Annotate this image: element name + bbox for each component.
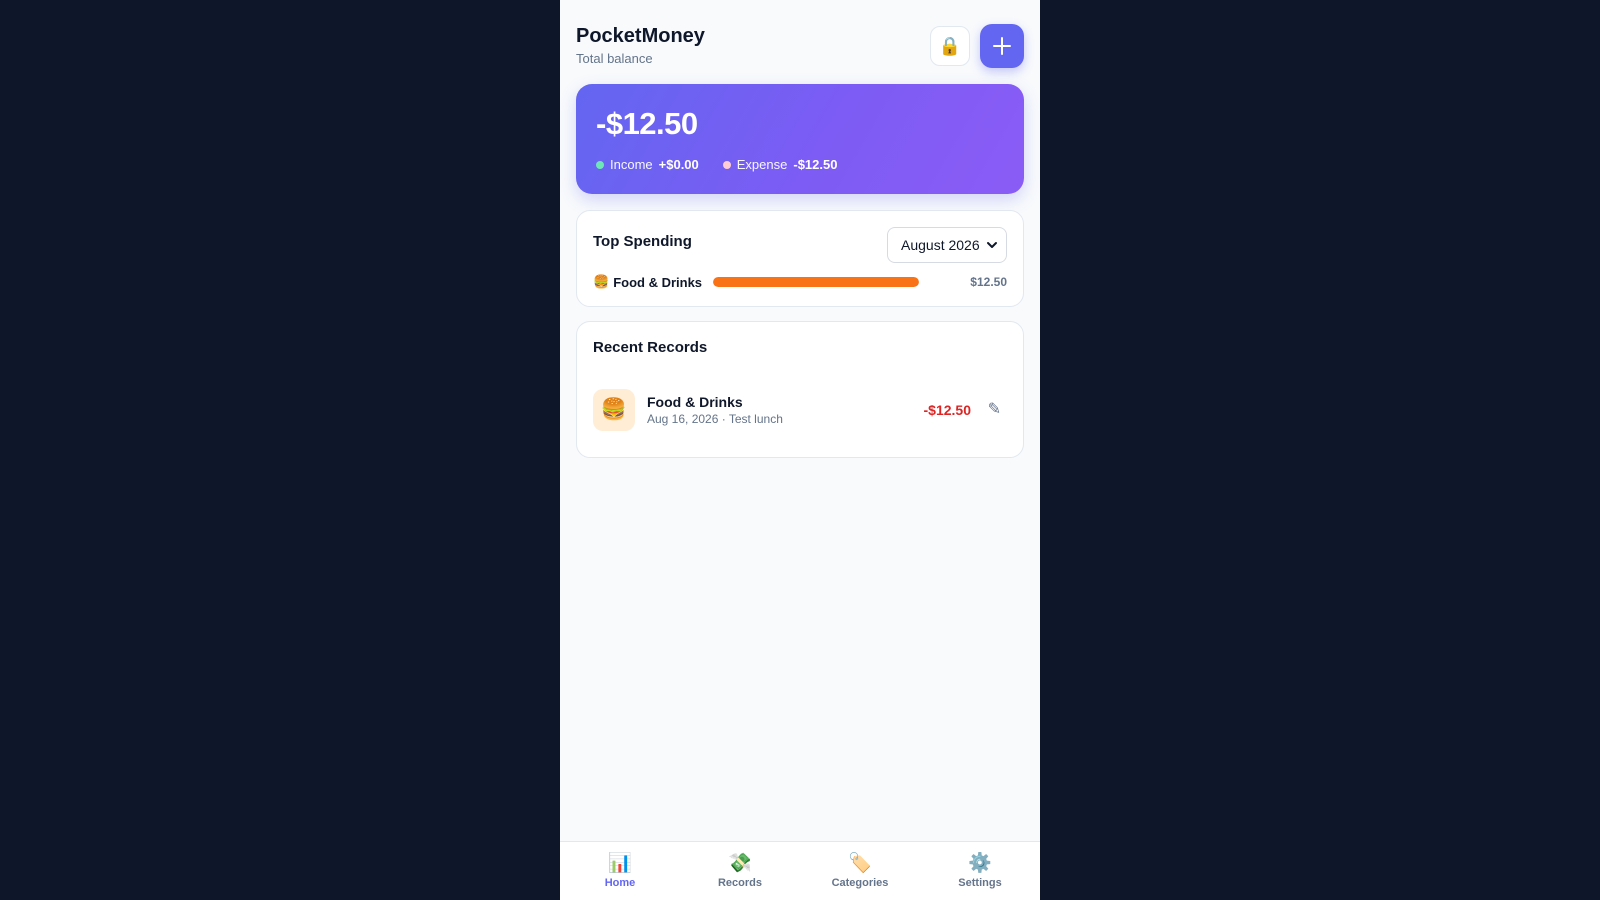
chart-icon: 📊 [608,853,632,874]
header: PocketMoney Total balance 🔒 [576,24,1024,70]
lock-icon: 🔒 [938,35,962,56]
expense-stat: Expense -$12.50 [722,157,838,172]
spending-value: $12.50 [970,275,1007,289]
record-meta: Aug 16, 2026 · Test lunch [647,412,783,426]
app-subtitle: Total balance [576,51,653,66]
expense-label: Expense [736,157,788,172]
balance-stats: Income +$0.00 Expense -$12.50 [596,157,861,172]
balance-amount: -$12.50 [596,106,698,141]
add-record-button[interactable] [980,24,1024,68]
gear-icon: ⚙️ [968,853,992,874]
record-row[interactable]: 🍔 Food & Drinks Aug 16, 2026 · Test lunc… [593,389,1007,431]
nav-label-records: Records [717,877,763,889]
money-icon: 💸 [728,853,752,874]
app-title: PocketMoney [576,25,705,47]
month-select-value: August 2026 [901,237,980,253]
nav-item-categories[interactable]: 🏷️ Categories [800,842,920,900]
expense-dot [722,160,731,169]
record-category: Food & Drinks [647,394,743,410]
bottom-nav: 📊 Home 💸 Records 🏷️ Categories ⚙️ Settin… [560,841,1040,900]
nav-label-home: Home [604,877,636,889]
burger-icon: 🍔 [593,389,635,431]
income-value: +$0.00 [658,157,699,172]
spending-bar [713,277,919,287]
app-screen: PocketMoney Total balance 🔒 -$12.50 Inco… [560,0,1040,900]
income-dot [596,160,604,169]
burger-icon: 🍔 [593,274,610,289]
spending-row: 🍔 Food & Drinks $12.50 [593,273,1007,291]
nav-item-records[interactable]: 💸 Records [680,842,800,900]
recent-records-card: Recent Records 🍔 Food & Drinks Aug 16, 2… [576,321,1024,458]
nav-label-categories: Categories [831,877,889,889]
month-select[interactable]: August 2026 [887,227,1007,263]
edit-icon[interactable]: ✎ [988,399,1001,419]
recent-records-title: Recent Records [593,339,708,356]
nav-label-settings: Settings [958,877,1002,889]
plus-icon [993,37,1011,55]
tag-icon: 🏷️ [848,853,872,874]
spending-bar-fill [713,277,919,287]
chevron-down-icon [987,242,997,248]
nav-item-home[interactable]: 📊 Home [560,842,680,900]
income-label: Income [610,157,653,172]
top-spending-title: Top Spending [593,233,692,250]
spending-label: Food & Drinks [613,274,703,290]
expense-value: -$12.50 [793,157,838,172]
income-stat: Income +$0.00 [596,157,699,172]
balance-card: -$12.50 Income +$0.00 Expense -$12.50 [576,84,1024,194]
record-amount: -$12.50 [923,402,971,418]
lock-button[interactable]: 🔒 [930,26,970,66]
top-spending-card: Top Spending August 2026 🍔 Food & Drinks… [576,210,1024,307]
nav-item-settings[interactable]: ⚙️ Settings [920,842,1040,900]
